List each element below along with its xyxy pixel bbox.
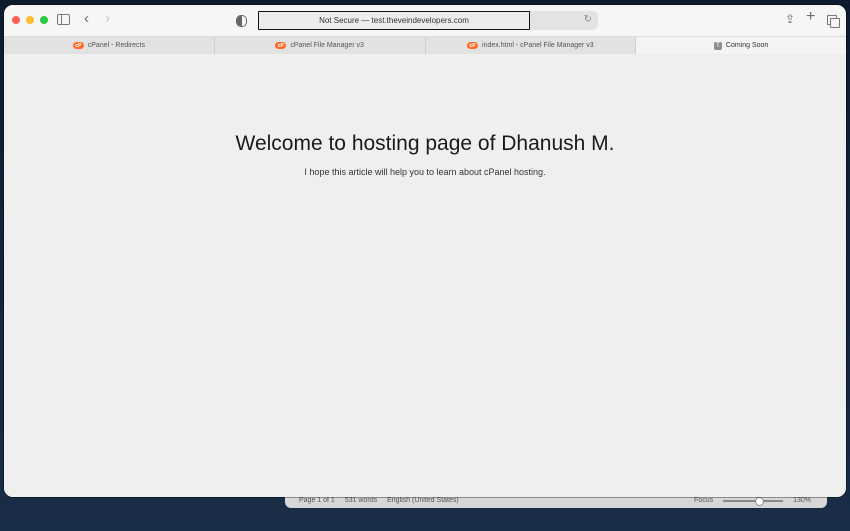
- page-heading: Welcome to hosting page of Dhanush M.: [235, 132, 615, 155]
- forward-icon[interactable]: ›: [105, 11, 110, 26]
- tab-cpanel-file-manager[interactable]: cP cPanel File Manager v3: [215, 37, 426, 54]
- back-icon[interactable]: ‹: [84, 11, 89, 26]
- address-bar[interactable]: Not Secure — test.theveindevelopers.com …: [258, 11, 598, 30]
- zoom-level: 130%: [793, 497, 811, 504]
- tab-label: Coming Soon: [725, 42, 769, 49]
- close-window-button[interactable]: [12, 16, 20, 24]
- share-icon[interactable]: ⇪: [785, 13, 795, 26]
- browser-toolbar: ‹ › Not Secure — test.theveindevelopers.…: [4, 5, 846, 37]
- focus-button: Focus: [694, 497, 714, 504]
- web-page-content: Welcome to hosting page of Dhanush M. I …: [4, 54, 846, 497]
- cpanel-favicon-icon: cP: [72, 42, 84, 49]
- language-label: English (United States): [387, 497, 459, 504]
- url-text[interactable]: Not Secure — test.theveindevelopers.com: [258, 11, 530, 30]
- word-count: 531 words: [344, 497, 378, 504]
- cpanel-favicon-icon: cP: [275, 42, 287, 49]
- tab-overview-icon[interactable]: [827, 15, 840, 28]
- zoom-slider: [723, 496, 784, 506]
- tab-label: index.html - cPanel File Manager v3: [482, 42, 594, 49]
- page-paragraph: I hope this article will help you to lea…: [304, 167, 546, 177]
- tab-cpanel-redirects[interactable]: cP cPanel - Redirects: [4, 37, 215, 54]
- reload-icon[interactable]: ↻: [584, 14, 592, 25]
- tab-coming-soon[interactable]: T Coming Soon: [636, 37, 846, 54]
- sidebar-icon[interactable]: [57, 14, 70, 25]
- site-favicon-icon: T: [713, 41, 722, 50]
- tab-label: cPanel File Manager v3: [290, 42, 364, 49]
- tab-index-html-file-manager[interactable]: cP index.html - cPanel File Manager v3: [426, 37, 637, 54]
- fullscreen-window-button[interactable]: [40, 16, 48, 24]
- tab-bar: cP cPanel - Redirects cP cPanel File Man…: [4, 37, 846, 55]
- new-tab-icon[interactable]: +: [806, 9, 815, 25]
- window-controls: [12, 16, 48, 24]
- privacy-shield-icon[interactable]: [236, 15, 247, 27]
- cpanel-favicon-icon: cP: [467, 42, 479, 49]
- tab-label: cPanel - Redirects: [87, 42, 145, 49]
- minimize-window-button[interactable]: [26, 16, 34, 24]
- browser-window: ‹ › Not Secure — test.theveindevelopers.…: [4, 5, 846, 497]
- page-count: Page 1 of 1: [299, 497, 335, 504]
